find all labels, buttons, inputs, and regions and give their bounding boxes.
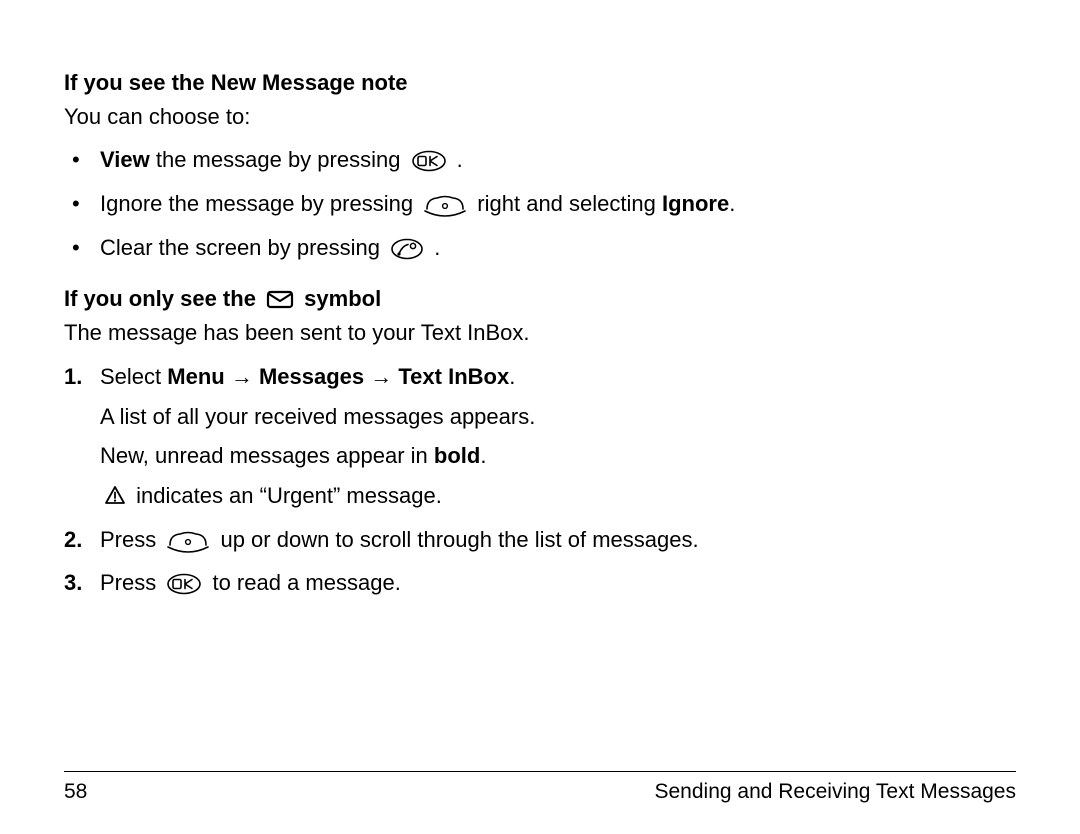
step-3: Press to read a message. — [64, 568, 1016, 598]
step-1-inbox: Text InBox — [398, 364, 509, 389]
step-2: Press up or down to scroll through the l… — [64, 525, 1016, 555]
bullet-clear: Clear the screen by pressing . — [64, 233, 1016, 263]
heading-envelope-post: symbol — [298, 286, 381, 311]
nav-key-icon — [423, 193, 467, 217]
heading-envelope: If you only see the symbol — [64, 284, 1016, 314]
footer-rule — [64, 771, 1016, 772]
manual-page: If you see the New Message note You can … — [0, 0, 1080, 834]
step-2-pre: Press — [100, 527, 162, 552]
envelope-icon — [266, 287, 294, 307]
step-1-arrow2: → — [364, 364, 398, 389]
bullet-list: View the message by pressing . Ignore th… — [64, 145, 1016, 262]
bullet-view-bold: View — [100, 147, 150, 172]
step-1-tail: . — [509, 364, 515, 389]
step-1-sub3: indicates an “Urgent” message. — [100, 481, 1016, 511]
bullet-ignore-bold: Ignore — [662, 191, 729, 216]
footer-title: Sending and Receiving Text Messages — [654, 778, 1016, 806]
bullet-clear-tail: . — [428, 235, 440, 260]
footer-line: 58 Sending and Receiving Text Messages — [64, 778, 1016, 806]
ok-key-icon — [166, 573, 202, 595]
bullet-ignore-mid: right and selecting — [471, 191, 662, 216]
section-envelope-symbol: If you only see the symbol The message h… — [64, 284, 1016, 598]
step-1-menu: Menu — [167, 364, 224, 389]
ok-key-icon — [411, 150, 447, 172]
bullet-ignore: Ignore the message by pressing right and… — [64, 189, 1016, 219]
step-3-tail: to read a message. — [206, 570, 400, 595]
warning-icon — [104, 483, 126, 503]
step-1-sub2-pre: New, unread messages appear in — [100, 443, 434, 468]
step-1: Select Menu → Messages → Text InBox. A l… — [64, 362, 1016, 511]
step-1-messages: Messages — [259, 364, 364, 389]
lead-envelope: The message has been sent to your Text I… — [64, 318, 1016, 348]
step-1-arrow1: → — [225, 364, 259, 389]
bullet-view-text: the message by pressing — [150, 147, 407, 172]
bullet-ignore-pre: Ignore the message by pressing — [100, 191, 419, 216]
bullet-ignore-tail: . — [729, 191, 735, 216]
page-footer: 58 Sending and Receiving Text Messages — [64, 771, 1016, 806]
end-key-icon — [390, 238, 424, 260]
nav-key-icon — [166, 529, 210, 553]
step-3-pre: Press — [100, 570, 162, 595]
step-2-tail: up or down to scroll through the list of… — [214, 527, 698, 552]
step-1-sub2-tail: . — [480, 443, 486, 468]
step-1-sub1: A list of all your received messages app… — [100, 402, 1016, 432]
heading-new-message: If you see the New Message note — [64, 68, 1016, 98]
bullet-view-tail: . — [451, 147, 463, 172]
bullet-clear-pre: Clear the screen by pressing — [100, 235, 386, 260]
section-new-message: If you see the New Message note You can … — [64, 68, 1016, 262]
steps-list: Select Menu → Messages → Text InBox. A l… — [64, 362, 1016, 598]
step-1-sub2-bold: bold — [434, 443, 480, 468]
bullet-view: View the message by pressing . — [64, 145, 1016, 175]
step-1-sub3-text: indicates an “Urgent” message. — [130, 483, 442, 508]
page-number: 58 — [64, 778, 87, 806]
heading-envelope-pre: If you only see the — [64, 286, 262, 311]
step-1-pre: Select — [100, 364, 167, 389]
step-1-sub2: New, unread messages appear in bold. — [100, 441, 1016, 471]
lead-new-message: You can choose to: — [64, 102, 1016, 132]
